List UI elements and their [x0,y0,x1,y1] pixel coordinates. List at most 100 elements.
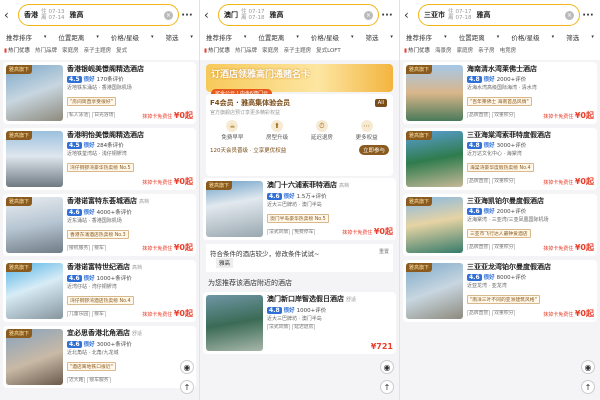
benefit-item[interactable]: ⋯ 更多权益 [356,120,378,141]
chip[interactable]: 热门优惠 [404,46,430,54]
price[interactable]: ¥721 [371,342,393,351]
benefit-item[interactable]: ⬆ 房型升级 [266,120,288,141]
more-icon[interactable]: ··· [179,10,195,21]
join-button[interactable]: 立即参与 [358,145,389,155]
search-keyword[interactable]: 雅高 [270,10,365,20]
price[interactable]: 抹掉卡免费住 ¥0起 [543,110,594,121]
filter-1[interactable]: 位置距离 [258,32,284,42]
search-keyword[interactable]: 雅高 [477,10,566,20]
chip[interactable]: 亲子主题房 [84,46,112,54]
hotel-name[interactable]: 香港明怡美憬阁精选酒店 [67,131,193,140]
hotel-card[interactable]: 雅高旗下 宜必思香港北角酒店 舒适 4.6 很好 3000+条评价 近北角站 · 北角/九龙… [3,326,196,388]
back-arrow-icon[interactable]: ‹ [404,8,418,22]
chip[interactable]: 复式LOFT [316,46,341,54]
hotel-name[interactable]: 香港银岘美憬阁精选酒店 [67,65,193,74]
hotel-card[interactable]: 雅高旗下 香港诺富特东荟城酒店 高档 4.6 很好 4000+条评价 近东涌站 · 香港国际… [3,194,196,256]
reset-button[interactable]: 重置 [379,248,389,268]
hotel-name[interactable]: 海南清水湾莱佛士酒店 [467,65,594,74]
date-selector[interactable]: 住 07-13 离 07-14 [41,9,67,22]
hotel-name[interactable]: 三亚亚龙湾铂尔曼度假酒店 [467,263,594,272]
search-box[interactable]: 三亚市住 07-17 离 07-18 雅高 × [418,4,580,26]
search-keyword[interactable]: 雅高 [70,10,165,20]
price[interactable]: 抹掉卡免费住 ¥0起 [543,242,594,253]
hotel-photo[interactable] [206,295,263,351]
more-icon[interactable]: ··· [379,10,395,21]
chip[interactable]: 热门优惠 [4,46,30,54]
price[interactable]: 抹掉卡免费住 ¥0起 [142,308,193,319]
price[interactable]: 抹掉卡免费住 ¥0起 [142,176,193,187]
back-arrow-icon[interactable]: ‹ [204,8,218,22]
review-count[interactable]: 1000+条评价 [97,274,132,282]
benefit-item[interactable]: ⏱ 延迟退房 [311,120,333,141]
review-count[interactable]: 1.5万+评价 [297,192,327,200]
hotel-photo[interactable]: 雅高旗下 [406,65,463,121]
hotel-name[interactable]: 宜必思香港北角酒店 舒适 [67,329,193,339]
chip[interactable]: 热门品牌 [35,46,57,54]
hotel-card[interactable]: 雅高旗下 三亚海棠湾索菲特度假酒店 4.8 很好 3000+评价 近万达文化中心 · 海棠… [403,128,597,190]
hotel-photo[interactable]: 雅高旗下 [406,131,463,187]
scroll-top-icon[interactable]: ↑ [581,380,595,394]
hotel-name[interactable]: 香港诺富特东荟城酒店 高档 [67,197,193,207]
back-arrow-icon[interactable]: ‹ [4,8,18,22]
filter-0[interactable]: 推荐排序 [206,32,232,42]
hotel-photo[interactable]: 雅高旗下 [6,197,63,253]
city-selector[interactable]: 三亚市 [424,10,445,20]
chip[interactable]: 家庭房 [262,46,279,54]
hotel-photo[interactable]: 雅高旗下 [6,329,63,385]
review-count[interactable]: 3000+条评价 [97,340,132,348]
review-count[interactable]: 2000+评价 [497,75,527,83]
filter-3[interactable]: 筛选 [365,32,378,42]
hotel-card[interactable]: 雅高旗下 香港银岘美憬阁精选酒店 4.5 很好 170条评价 近地铁东涌站 · 香港国际机… [3,62,196,124]
date-selector[interactable]: 住 07-17 离 07-18 [448,9,474,22]
price[interactable]: 抹掉卡免费住 ¥0起 [142,110,193,121]
review-count[interactable]: 170条评价 [97,75,124,83]
hotel-name[interactable]: 三亚海凯铂尔曼度假酒店 [467,197,594,206]
search-box[interactable]: 澳门住 07-17 离 07-18 雅高 × [218,4,379,26]
review-count[interactable]: 1000+评价 [297,306,327,314]
more-icon[interactable]: ··· [580,10,596,21]
review-count[interactable]: 4000+条评价 [97,208,132,216]
chip[interactable]: 家庭房 [457,46,474,54]
hotel-card[interactable]: 雅高旗下 香港诺富特世纪酒店 高档 4.6 很好 1000+条评价 近湾仔站 · 湾仔铜锣湾… [3,260,196,322]
hotel-name[interactable]: 澳门新口岸智选假日酒店 舒适 [267,295,393,305]
hotel-name[interactable]: 澳门十六浦索菲特酒店 高档 [267,181,393,191]
hotel-photo[interactable]: 雅高旗下 [6,263,63,319]
filter-1[interactable]: 位置距离 [459,32,485,42]
hotel-photo[interactable]: 雅高旗下 [6,131,63,187]
chip[interactable]: 家庭房 [62,46,79,54]
clear-icon[interactable]: × [164,10,173,20]
filter-0[interactable]: 推荐排序 [406,32,432,42]
promo-banner[interactable]: 订酒店领雅高门通赌名卡可全公元 | 内含6澳门元 [206,64,393,98]
review-count[interactable]: 8000+评价 [497,273,527,281]
hotel-photo[interactable]: 雅高旗下 [406,197,463,253]
city-selector[interactable]: 香港 [24,10,38,20]
eye-icon[interactable]: ◉ [380,360,394,374]
review-count[interactable]: 3000+评价 [497,141,527,149]
chip[interactable]: 复式 [116,46,127,54]
price[interactable]: 抹掉卡免费住 ¥0起 [142,242,193,253]
chip[interactable]: 亲子主题房 [284,46,312,54]
review-count[interactable]: 284条评价 [97,141,124,149]
filter-0[interactable]: 推荐排序 [6,32,32,42]
filter-3[interactable]: 筛选 [165,32,178,42]
chip[interactable]: 热门优惠 [204,46,230,54]
hotel-photo[interactable]: 雅高旗下 [6,65,63,121]
clear-icon[interactable]: × [364,10,373,20]
city-selector[interactable]: 澳门 [224,10,238,20]
hotel-card[interactable]: 雅高旗下 澳门十六浦索菲特酒店 高档 4.6 很好 1.5万+评价 近大三巴牌坊 · 澳门半… [203,178,396,240]
price[interactable]: 抹掉卡免费住 ¥0起 [543,176,594,187]
chip[interactable]: 亲子房 [478,46,495,54]
chip[interactable]: 热门品牌 [235,46,257,54]
hotel-photo[interactable]: 雅高旗下 [406,263,463,319]
hotel-card[interactable]: 雅高旗下 三亚亚龙湾铂尔曼度假酒店 4.6 很好 8000+评价 近亚龙湾 · 亚龙湾 "南… [403,260,597,322]
hotel-card[interactable]: 澳门新口岸智选假日酒店 舒适 4.8 很好 1000+评价 近大三巴牌坊 · 澳门半岛 法式… [203,292,396,354]
eye-icon[interactable]: ◉ [180,360,194,374]
date-selector[interactable]: 住 07-17 离 07-18 [241,9,267,22]
filter-2[interactable]: 价格/星级 [111,32,139,42]
scroll-top-icon[interactable]: ↑ [380,380,394,394]
clear-icon[interactable]: × [565,10,574,20]
eye-icon[interactable]: ◉ [581,360,595,374]
filter-3[interactable]: 筛选 [566,32,579,42]
chip[interactable]: 海景房 [435,46,452,54]
scroll-top-icon[interactable]: ↑ [180,380,194,394]
